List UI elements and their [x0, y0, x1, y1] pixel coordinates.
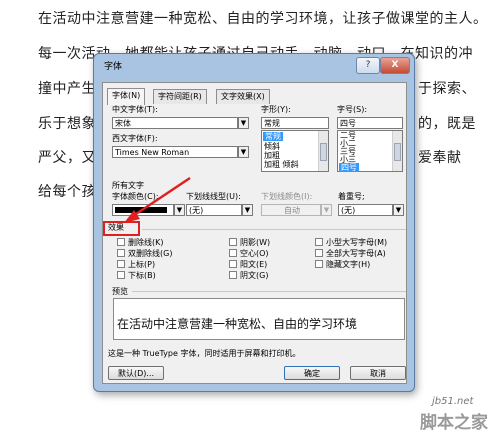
cancel-button[interactable]: 取消: [350, 366, 406, 380]
strikethrough-checkbox[interactable]: [117, 238, 125, 246]
double-strikethrough-label: 双删除线(G): [128, 249, 173, 258]
watermark-brand: 脚本之家: [420, 413, 488, 433]
all-caps-checkbox[interactable]: [315, 249, 323, 257]
preview-label: 预览: [112, 287, 128, 296]
superscript-label: 上标(P): [128, 260, 156, 269]
small-caps-checkbox[interactable]: [315, 238, 323, 246]
outline-checkbox[interactable]: [229, 249, 237, 257]
watermark-url: jb51.net: [432, 396, 474, 407]
emboss-checkbox[interactable]: [229, 260, 237, 268]
double-strikethrough-checkbox[interactable]: [117, 249, 125, 257]
superscript-checkbox[interactable]: [117, 260, 125, 268]
shadow-checkbox[interactable]: [229, 238, 237, 246]
subscript-checkbox[interactable]: [117, 271, 125, 279]
engrave-checkbox[interactable]: [229, 271, 237, 279]
hidden-checkbox[interactable]: [315, 260, 323, 268]
emboss-label: 阳文(E): [240, 260, 268, 269]
hidden-label: 隐藏文字(H): [326, 260, 371, 269]
font-info-text: 这是一种 TrueType 字体，同时适用于屏幕和打印机。: [108, 349, 301, 358]
outline-label: 空心(O): [240, 249, 269, 258]
shadow-label: 阴影(W): [240, 238, 271, 247]
strikethrough-label: 删除线(K): [128, 238, 164, 247]
preview-text: 在活动中注意营建一种宽松、自由的学习环境: [117, 317, 358, 331]
ok-button[interactable]: 确定: [284, 366, 340, 380]
preview-divider: [132, 291, 406, 292]
annotation-arrow: [124, 176, 191, 223]
all-caps-label: 全部大写字母(A): [326, 249, 386, 258]
small-caps-label: 小型大写字母(M): [326, 238, 388, 247]
default-button[interactable]: 默认(D)...: [108, 366, 164, 380]
engrave-label: 阴文(G): [240, 271, 269, 280]
subscript-label: 下标(B): [128, 271, 156, 280]
